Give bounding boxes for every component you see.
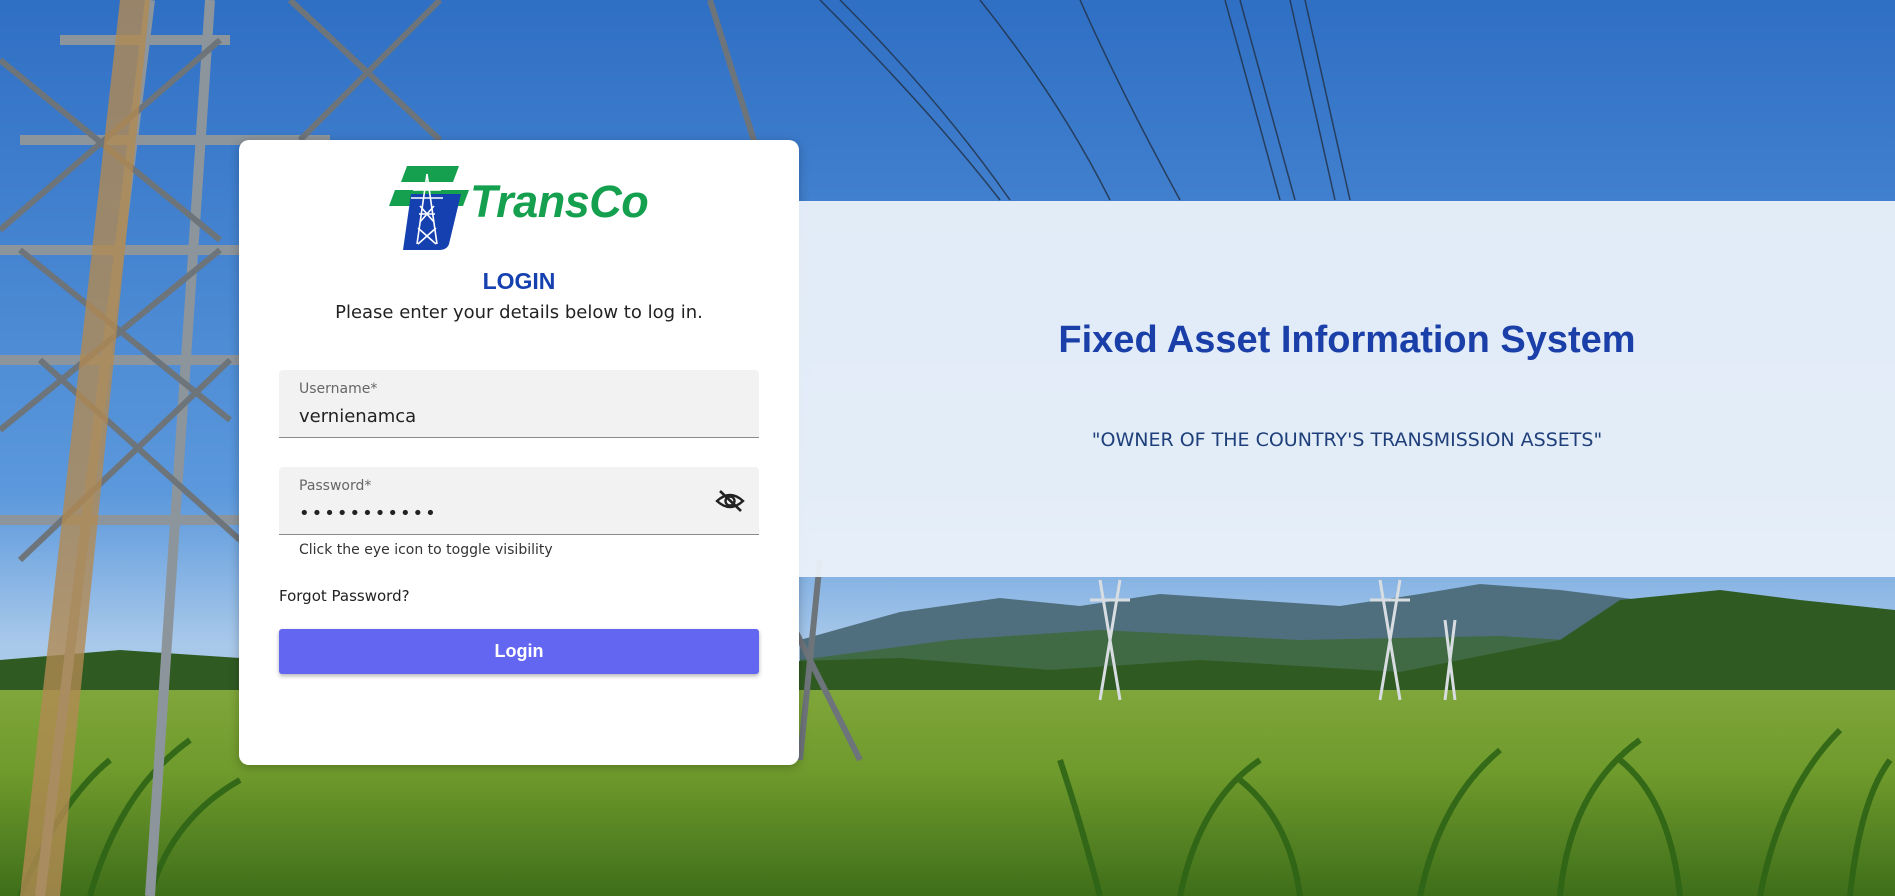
login-title: LOGIN bbox=[482, 268, 556, 294]
password-input[interactable] bbox=[299, 500, 699, 526]
transco-logo-text: TransCo bbox=[470, 176, 649, 227]
username-input[interactable] bbox=[299, 403, 699, 429]
system-tagline: "OWNER OF THE COUNTRY'S TRANSMISSION ASS… bbox=[1091, 429, 1603, 451]
forgot-password-link[interactable]: Forgot Password? bbox=[279, 587, 410, 605]
login-card: TransCo LOGIN Please enter your details … bbox=[239, 140, 799, 765]
info-panel: Fixed Asset Information System "OWNER OF… bbox=[799, 201, 1895, 577]
transco-logo: TransCo bbox=[389, 166, 659, 250]
password-field[interactable]: Password* bbox=[279, 467, 759, 535]
system-title: Fixed Asset Information System bbox=[1058, 319, 1636, 361]
login-subtitle: Please enter your details below to log i… bbox=[335, 302, 703, 323]
transco-logo-icon bbox=[389, 166, 469, 250]
password-label: Password* bbox=[299, 478, 372, 494]
eye-off-icon[interactable] bbox=[715, 489, 745, 513]
password-helper-text: Click the eye icon to toggle visibility bbox=[299, 542, 553, 558]
login-button[interactable]: Login bbox=[279, 629, 759, 674]
username-field[interactable]: Username* bbox=[279, 370, 759, 438]
username-label: Username* bbox=[299, 381, 378, 397]
